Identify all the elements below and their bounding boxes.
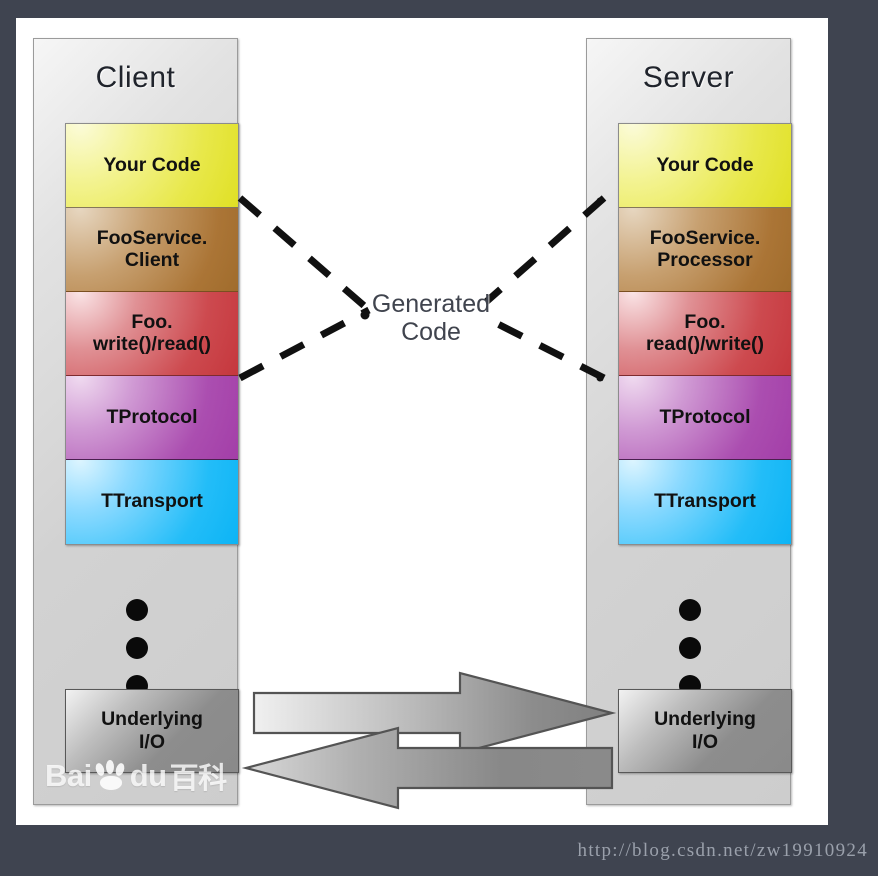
client-layer-foo-rw-label: Foo. write()/read() <box>92 310 212 355</box>
server-layer-your-code: Your Code <box>619 124 791 208</box>
client-underlying-io-label: Underlying I/O <box>101 708 203 753</box>
server-layer-your-code-label: Your Code <box>656 153 754 176</box>
server-layer-tprotocol-label: TProtocol <box>659 405 751 428</box>
server-layer-stack: Your Code FooService. Processor Foo. read(… <box>618 123 792 545</box>
client-layer-foo-service-label: FooService. Client <box>96 226 208 271</box>
dash-client-upper <box>237 195 372 313</box>
server-to-client-arrow <box>241 726 614 810</box>
ellipsis-dot-icon <box>125 599 148 621</box>
server-layer-ttransport: TTransport <box>619 460 791 544</box>
client-layer-stack: Your Code FooService. Client Foo. write()/… <box>65 123 239 545</box>
server-column-title: Server <box>642 61 735 94</box>
generated-code-line1: Generated <box>371 290 491 318</box>
server-ellipsis-dots <box>587 599 792 697</box>
client-layer-ttransport-label: TTransport <box>101 490 203 513</box>
server-layer-ttransport-label: TTransport <box>654 490 756 513</box>
client-column: Client Your Code FooService. Client Foo. w… <box>33 38 239 805</box>
server-underlying-io-label: Underlying I/O <box>654 708 756 753</box>
client-underlying-io-box: Underlying I/O <box>65 689 239 773</box>
client-layer-tprotocol-label: TProtocol <box>106 405 198 428</box>
client-layer-your-code: Your Code <box>66 124 238 208</box>
server-layer-foo-service-label: FooService. Processor <box>649 226 761 271</box>
source-url-caption: http://blog.csdn.net/zw19910924 <box>577 840 868 861</box>
client-layer-ttransport: TTransport <box>66 460 238 544</box>
server-column: Server Your Code FooService. Processor Fo… <box>586 38 792 805</box>
client-layer-foo-service: FooService. Client <box>66 208 238 292</box>
client-layer-tprotocol: TProtocol <box>66 376 238 460</box>
generated-code-line2: Code <box>401 318 461 346</box>
diagram-canvas: Client Your Code FooService. Client Foo. w… <box>16 18 828 825</box>
generated-code-label: Generated Code <box>356 290 506 346</box>
server-layer-foo-service: FooService. Processor <box>619 208 791 292</box>
server-underlying-io-box: Underlying I/O <box>618 689 792 773</box>
ellipsis-dot-icon <box>678 599 701 621</box>
ellipsis-dot-icon <box>678 637 701 659</box>
ellipsis-dot-icon <box>125 637 148 659</box>
server-layer-foo-rw: Foo. read()/write() <box>619 292 791 376</box>
client-to-server-arrow <box>252 671 617 755</box>
client-layer-your-code-label: Your Code <box>103 153 201 176</box>
client-column-title: Client <box>95 61 176 94</box>
server-layer-foo-rw-label: Foo. read()/write() <box>645 310 765 355</box>
dash-client-lower <box>238 306 371 382</box>
server-layer-tprotocol: TProtocol <box>619 376 791 460</box>
client-layer-foo-rw: Foo. write()/read() <box>66 292 238 376</box>
client-ellipsis-dots <box>34 599 239 697</box>
